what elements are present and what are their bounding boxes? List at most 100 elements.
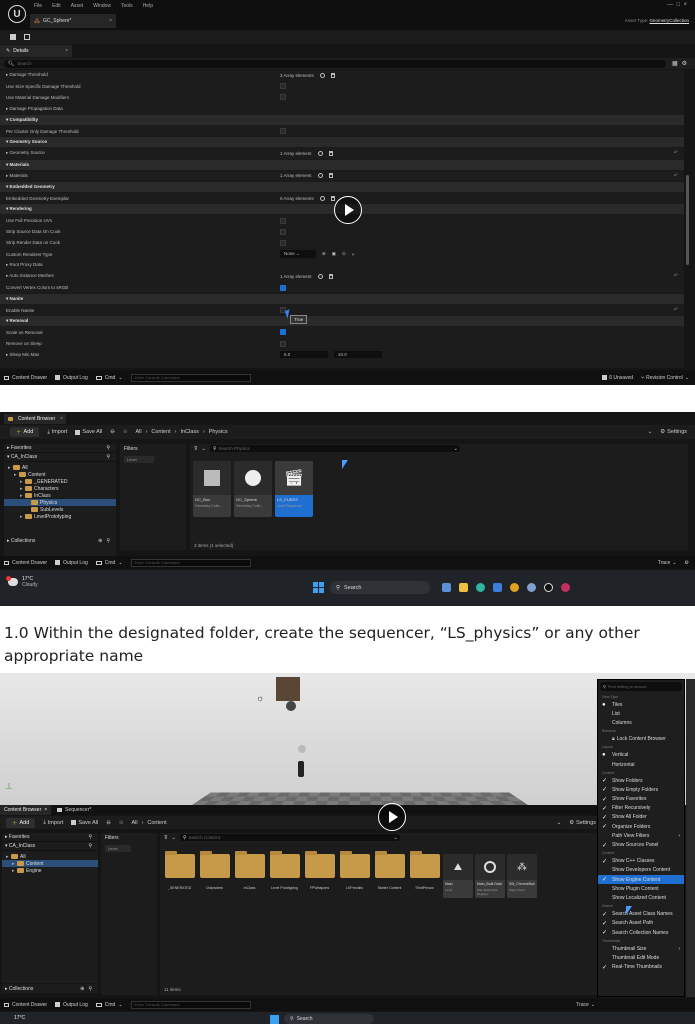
reset-arrow-icon[interactable]: ↶ bbox=[674, 173, 678, 179]
taskview-icon[interactable] bbox=[442, 583, 451, 592]
filter-chip-level[interactable]: Level bbox=[124, 456, 154, 463]
file-explorer-icon[interactable] bbox=[459, 583, 468, 592]
menu-item-show-empty-folders[interactable]: ✓ Show Empty Folders bbox=[598, 785, 684, 794]
history-forward-icon[interactable]: ⊕ bbox=[123, 429, 128, 435]
output-log-button[interactable]: Output Log bbox=[55, 1002, 88, 1008]
favorites-header[interactable]: ▸ Favorites ⚲ bbox=[4, 444, 116, 453]
delete-icon[interactable] bbox=[328, 150, 333, 156]
checkbox[interactable] bbox=[280, 228, 286, 235]
menu-item-columns[interactable]: Columns bbox=[598, 718, 684, 727]
checkbox[interactable] bbox=[280, 94, 286, 101]
delete-icon[interactable] bbox=[328, 173, 333, 179]
collections-header[interactable]: ▸ Collections ⊕ ⚲ bbox=[4, 536, 116, 545]
search-icon[interactable]: ⚲ bbox=[106, 454, 110, 460]
menu-item-thumbnail-size[interactable]: Thumbnail Size › bbox=[598, 944, 684, 953]
maximize-icon[interactable]: □ bbox=[677, 2, 681, 8]
tree-item[interactable]: Physics bbox=[4, 499, 116, 506]
property-row[interactable]: ▸ Root Proxy Data bbox=[0, 260, 684, 272]
close-tab-icon[interactable]: × bbox=[60, 416, 63, 422]
clear-icon[interactable]: × bbox=[352, 252, 355, 257]
use-icon[interactable]: ⊙ bbox=[342, 251, 346, 257]
settings-button[interactable]: ⚙ Settings bbox=[660, 429, 687, 435]
property-row[interactable]: Scale on Removal bbox=[0, 327, 684, 339]
details-tab[interactable]: ✎ Details × bbox=[0, 45, 72, 57]
folder-tile[interactable]: Characters bbox=[198, 851, 231, 890]
settings-gear-icon[interactable]: ⚙ bbox=[682, 60, 687, 67]
tree-item[interactable]: SubLevels bbox=[4, 506, 116, 513]
minimize-icon[interactable]: — bbox=[667, 2, 673, 8]
property-row[interactable]: Convert Vertex Colors to sRGB bbox=[0, 283, 684, 294]
add-collection-icon[interactable]: ⊕ bbox=[80, 986, 84, 992]
chevron-down-icon[interactable]: ⌄ bbox=[557, 820, 562, 826]
menu-item-search-asset-path[interactable]: ✓ Search Asset Path bbox=[598, 919, 684, 928]
property-row[interactable]: ▸ Sleep Min Max 5.0 10.0 bbox=[0, 350, 684, 361]
property-row[interactable]: Per Cluster Only Damage Threshold bbox=[0, 126, 684, 138]
weather-widget[interactable]: 17°C Cloudy bbox=[6, 576, 38, 588]
property-row[interactable]: Remove on Sleep bbox=[0, 339, 684, 350]
sequencer-tab[interactable]: Sequencer* bbox=[53, 805, 95, 815]
checkbox[interactable] bbox=[280, 239, 286, 246]
settings-gear-icon[interactable]: ⚙ bbox=[685, 560, 689, 566]
asset-search-input[interactable]: ⚲ Search Physics ⌄ bbox=[209, 445, 460, 452]
menu-item-show-sources-panel[interactable]: ✓ Show Sources Panel bbox=[598, 840, 684, 849]
unreal-engine-icon[interactable] bbox=[544, 583, 553, 592]
import-button[interactable]: ⤓ Import bbox=[47, 429, 67, 436]
property-row[interactable]: ▸ Auto Instance Meshes 1 Array element ↶ bbox=[0, 271, 684, 283]
menu-item-real-time-thumbnails[interactable]: ✓ Real-Time Thumbnails bbox=[598, 963, 684, 972]
add-element-icon[interactable] bbox=[319, 195, 325, 201]
add-button[interactable]: ＋ Add bbox=[10, 427, 40, 437]
menu-item-show-developers-content[interactable]: Show Developers Content bbox=[598, 866, 684, 875]
folder-tile[interactable]: ThirdPerson bbox=[408, 851, 441, 890]
add-element-icon[interactable] bbox=[317, 173, 323, 179]
menu-file[interactable]: File bbox=[34, 3, 42, 9]
close-window-icon[interactable]: × bbox=[683, 2, 687, 8]
property-row[interactable]: ▸ Damage Propagation Data bbox=[0, 104, 684, 115]
history-forward-icon[interactable]: ⊕ bbox=[119, 820, 124, 826]
windows-start-icon[interactable] bbox=[270, 1015, 279, 1024]
content-browser-tab[interactable]: Content Browser × bbox=[4, 414, 66, 424]
output-log-button[interactable]: Output Log bbox=[55, 375, 88, 381]
history-back-icon[interactable]: ⊖ bbox=[110, 429, 115, 435]
favorites-header[interactable]: ▸ Favorites ⚲ bbox=[2, 833, 98, 842]
asset-tab[interactable]: ⁂ GC_Sphere* × bbox=[30, 14, 116, 28]
category-header[interactable]: ▾ Nanite bbox=[0, 293, 684, 305]
filter-chip-level[interactable]: Level bbox=[105, 845, 131, 852]
content-drawer-button[interactable]: Content Drawer bbox=[4, 1002, 47, 1008]
tree-item[interactable]: ▸ Content bbox=[2, 860, 98, 867]
asset-tile[interactable]: ⁂ SM_ChromeBall Static Mesh bbox=[507, 854, 537, 898]
category-header[interactable]: ▾ Materials bbox=[0, 159, 684, 171]
search-icon[interactable]: ⚲ bbox=[106, 445, 110, 451]
search-icon[interactable]: ⚲ bbox=[88, 986, 92, 992]
menu-help[interactable]: Help bbox=[143, 3, 153, 9]
add-element-icon[interactable] bbox=[317, 150, 323, 156]
menu-asset[interactable]: Asset bbox=[71, 3, 84, 9]
menu-item-filter-recursively[interactable]: ✓ Filter Recursively bbox=[598, 804, 684, 813]
property-row[interactable]: ▸ Materials 1 Array element ↶ bbox=[0, 171, 684, 182]
add-collection-icon[interactable]: ⊕ bbox=[98, 538, 102, 544]
content-drawer-button[interactable]: Content Drawer bbox=[4, 560, 47, 566]
checkbox[interactable] bbox=[280, 284, 286, 291]
windows-start-icon[interactable] bbox=[313, 582, 324, 593]
breadcrumb-item[interactable]: Content bbox=[151, 429, 170, 435]
folder-tile[interactable]: LKPrevalis bbox=[338, 851, 371, 890]
reset-arrow-icon[interactable]: ↶ bbox=[674, 307, 678, 313]
chevron-down-icon[interactable]: ⌄ bbox=[172, 835, 176, 841]
light-icon[interactable] bbox=[286, 701, 296, 711]
category-header[interactable]: ▾ Geometry Source bbox=[0, 137, 684, 149]
search-icon[interactable]: ⚲ bbox=[106, 538, 110, 544]
cmd-dropdown[interactable]: Cmd ⌄ bbox=[95, 1002, 123, 1008]
delete-icon[interactable] bbox=[328, 273, 333, 279]
menu-item-show-favorites[interactable]: ✓ Show Favorites bbox=[598, 795, 684, 804]
chevron-down-icon[interactable]: ⌄ bbox=[648, 429, 653, 435]
tree-item[interactable]: ▸ Characters bbox=[4, 485, 116, 492]
tree-item[interactable]: ▸ _GENERATED bbox=[4, 478, 116, 485]
breadcrumb-item[interactable]: InClass bbox=[181, 429, 199, 435]
checkbox[interactable] bbox=[280, 83, 286, 90]
project-header[interactable]: ▾ CA_InClass ⚲ bbox=[2, 842, 98, 851]
chevron-down-icon[interactable]: ⌄ bbox=[202, 446, 206, 452]
app-icon[interactable] bbox=[561, 583, 570, 592]
menu-item-horizontal[interactable]: Horizontal bbox=[598, 760, 684, 769]
unsaved-indicator[interactable]: 6 Unsaved bbox=[602, 375, 633, 381]
menu-item-search-collection-names[interactable]: ✓ Search Collection Names bbox=[598, 928, 684, 937]
menu-item-organize-folders[interactable]: ✓ Organize Folders bbox=[598, 822, 684, 831]
